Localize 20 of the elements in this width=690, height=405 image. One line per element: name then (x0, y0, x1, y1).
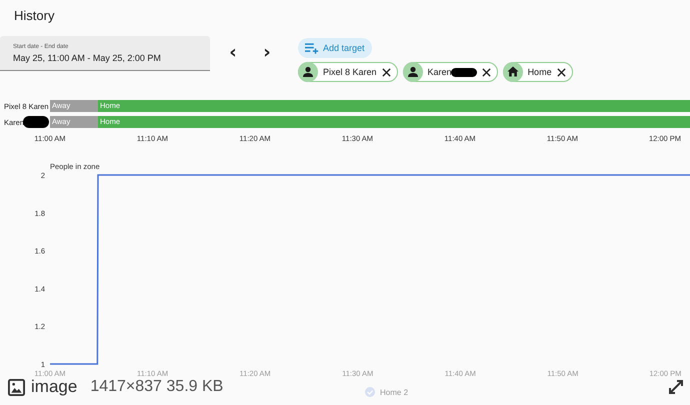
expand-icon[interactable] (668, 379, 684, 395)
person-icon (402, 62, 423, 82)
redaction-mark (23, 116, 49, 128)
image-info: 1417×837 35.9 KB (90, 378, 224, 396)
field-value: May 25, 11:00 AM - May 25, 2:00 PM (13, 53, 162, 63)
home-icon (502, 62, 523, 82)
page-title: History (14, 8, 54, 22)
image-label: image (31, 377, 78, 397)
image-icon (8, 378, 25, 396)
close-icon[interactable] (482, 68, 491, 76)
close-icon[interactable] (382, 68, 391, 76)
playlist-add-icon (305, 42, 319, 54)
target-chip[interactable]: Home (502, 62, 573, 82)
target-chip[interactable]: Karen (402, 62, 498, 82)
close-icon[interactable] (556, 68, 566, 76)
person-icon (298, 62, 318, 82)
previous-button[interactable]: ‹ (222, 42, 244, 64)
next-button[interactable]: › (256, 42, 278, 64)
target-chip[interactable]: Pixel 8 Karen (298, 62, 398, 82)
check-circle-icon[interactable] (365, 387, 375, 397)
